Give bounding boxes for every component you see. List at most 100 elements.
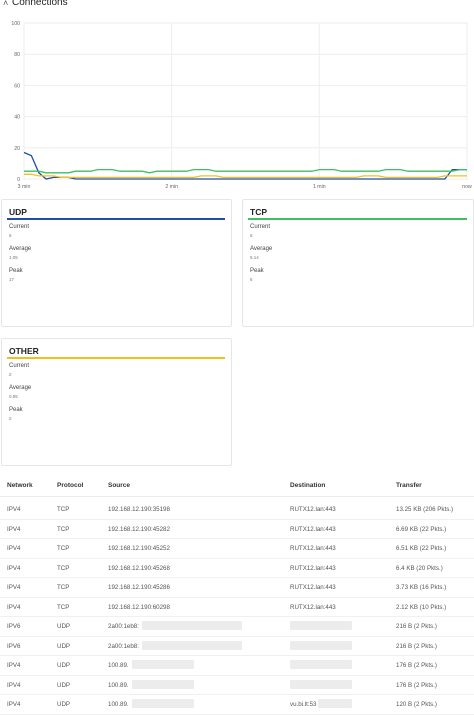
udp-color-line	[7, 218, 225, 220]
plot-area	[23, 22, 468, 180]
col-transfer-header[interactable]: Transfer	[396, 482, 422, 489]
cell-destination: RUTX12.lan:443	[290, 564, 336, 572]
udp-current-label: Current	[9, 224, 30, 230]
table-row: IPV6 UDP 2a00:1eb8: 216 B (2 Pkts.)	[0, 636, 474, 656]
other-peak-value: 2	[9, 416, 12, 421]
cell-network: IPV4	[7, 525, 21, 533]
cell-protocol: TCP	[57, 603, 70, 611]
cell-source: 192.168.12.190:60298	[108, 603, 170, 611]
redacted-destination-block	[290, 679, 352, 689]
cell-protocol: TCP	[57, 564, 70, 572]
table-row: IPV4 UDP 100.89. 176 B (2 Pkts.)	[0, 655, 474, 676]
other-color-line	[7, 357, 225, 359]
cell-network: IPV4	[7, 506, 21, 513]
table-row: IPV6 UDP 2a00:1eb8: 216 B (2 Pkts.)	[0, 616, 474, 637]
table-row: IPV4 TCP 192.168.12.190:45268 RUTX12.lan:44…	[0, 558, 474, 578]
cell-destination: RUTX12.lan:443	[290, 603, 336, 611]
cell-source: 100.89.	[108, 681, 129, 689]
cell-protocol: UDP	[57, 701, 71, 708]
cell-protocol: UDP	[57, 642, 71, 650]
tcp-panel-title: TCP	[250, 207, 267, 217]
cell-source: 100.89.	[108, 701, 129, 708]
table-row: IPV4 TCP 192.168.12.190:45286 RUTX12.lan:44…	[0, 577, 474, 598]
cell-source: 192.168.12.190:45286	[108, 584, 170, 591]
cell-source: 192.168.12.190:45282	[108, 525, 170, 533]
other-panel-title: OTHER	[9, 346, 39, 356]
redacted-source-block	[142, 621, 242, 630]
redacted-destination-block	[290, 621, 352, 630]
y-tick-label: 60	[14, 83, 20, 89]
cell-protocol: TCP	[57, 545, 70, 552]
cell-transfer: 13.25 KB (206 Pkts.)	[396, 506, 454, 513]
y-tick-label: 20	[14, 146, 20, 152]
col-protocol-header[interactable]: Protocol	[57, 482, 83, 489]
cell-source: 192.168.12.190:45268	[108, 564, 170, 572]
cell-source: 192.168.12.190:45252	[108, 545, 170, 552]
cell-transfer: 216 B (2 Pkts.)	[396, 623, 437, 630]
redacted-destination-block	[290, 660, 352, 669]
cell-source: 100.89.	[108, 662, 129, 669]
col-network-header[interactable]: Network	[7, 482, 33, 489]
table-row: IPV4 TCP 192.168.12.190:45252 RUTX12.lan:44…	[0, 538, 474, 559]
other-current-label: Current	[9, 363, 30, 369]
redacted-destination-block	[290, 640, 352, 650]
x-tick-label: 2 min	[165, 184, 178, 190]
table-row: IPV4 TCP 192.168.12.190:60298 RUTX12.lan:44…	[0, 597, 474, 617]
section-title: Connections	[12, 0, 68, 8]
y-tick-label: 100	[11, 21, 20, 27]
cell-network: IPV4	[7, 584, 21, 591]
col-destination-header[interactable]: Destination	[290, 482, 325, 489]
other-average-value: 0.95	[9, 394, 18, 399]
connections-chart: 0 20 40 60 80 100 3 min 2 min 1 min now	[11, 21, 472, 190]
cell-network: IPV4	[7, 681, 21, 689]
y-tick-label: 80	[14, 52, 20, 58]
cell-destination: RUTX12.lan:443	[290, 506, 336, 513]
other-current-value: 2	[9, 372, 12, 377]
table-header: Network Protocol Source Destination Tran…	[0, 478, 474, 497]
y-tick-label: 40	[14, 115, 20, 121]
cell-destination: RUTX12.lan:443	[290, 584, 336, 591]
redacted-source-block	[142, 640, 242, 650]
udp-current-value: 6	[9, 233, 12, 238]
cell-protocol: UDP	[57, 681, 71, 689]
connections-header[interactable]: ˄ Connections	[0, 0, 474, 12]
redacted-source-block	[131, 679, 194, 689]
udp-average-label: Average	[9, 246, 32, 252]
tcp-current-label: Current	[250, 224, 271, 230]
cell-transfer: 6.69 KB (22 Pkts.)	[396, 525, 447, 533]
col-source-header[interactable]: Source	[108, 482, 130, 489]
cell-transfer: 216 B (2 Pkts.)	[396, 642, 437, 650]
y-tick-label: 0	[17, 177, 20, 183]
udp-peak-label: Peak	[9, 268, 23, 274]
cell-transfer: 2.12 KB (10 Pkts.)	[396, 603, 447, 611]
cell-network: IPV4	[7, 662, 21, 669]
table-row: IPV4 UDP 100.89. 176 B (2 Pkts.)	[0, 675, 474, 695]
cell-network: IPV6	[7, 623, 21, 630]
redacted-destination-block	[318, 699, 352, 708]
cell-transfer: 176 B (2 Pkts.)	[396, 681, 437, 689]
cell-transfer: 6.4 KB (20 Pkts.)	[396, 564, 443, 572]
cell-network: IPV4	[7, 603, 21, 611]
tcp-current-value: 6	[250, 233, 253, 238]
cell-transfer: 3.73 KB (16 Pkts.)	[396, 584, 447, 591]
cell-transfer: 120 B (2 Pkts.)	[396, 701, 437, 708]
cell-source: 2a00:1eb8:	[108, 623, 139, 630]
cell-protocol: TCP	[57, 506, 70, 513]
redacted-source-block	[131, 660, 194, 669]
cell-destination: vu.bi.lt:53	[290, 701, 317, 708]
series-line-udp	[23, 151, 467, 180]
table-row: IPV4 TCP 192.168.12.190:35198 RUTX12.lan:44…	[0, 499, 474, 520]
tcp-panel: TCP Current 6 Average 5.14 Peak 6	[242, 199, 474, 327]
x-tick-label: now	[462, 184, 472, 190]
series-line-other	[24, 173, 467, 179]
cell-protocol: UDP	[57, 662, 71, 669]
other-average-label: Average	[9, 385, 32, 391]
x-tick-label: 1 min	[313, 184, 326, 190]
udp-panel-title: UDP	[9, 207, 27, 217]
x-tick-label: 3 min	[18, 184, 31, 190]
tcp-peak-value: 6	[250, 277, 253, 282]
cell-destination: RUTX12.lan:443	[290, 525, 336, 533]
udp-average-value: 1.05	[9, 255, 18, 260]
chevron-up-icon[interactable]: ˄	[3, 0, 8, 8]
redacted-source-block	[131, 699, 194, 708]
